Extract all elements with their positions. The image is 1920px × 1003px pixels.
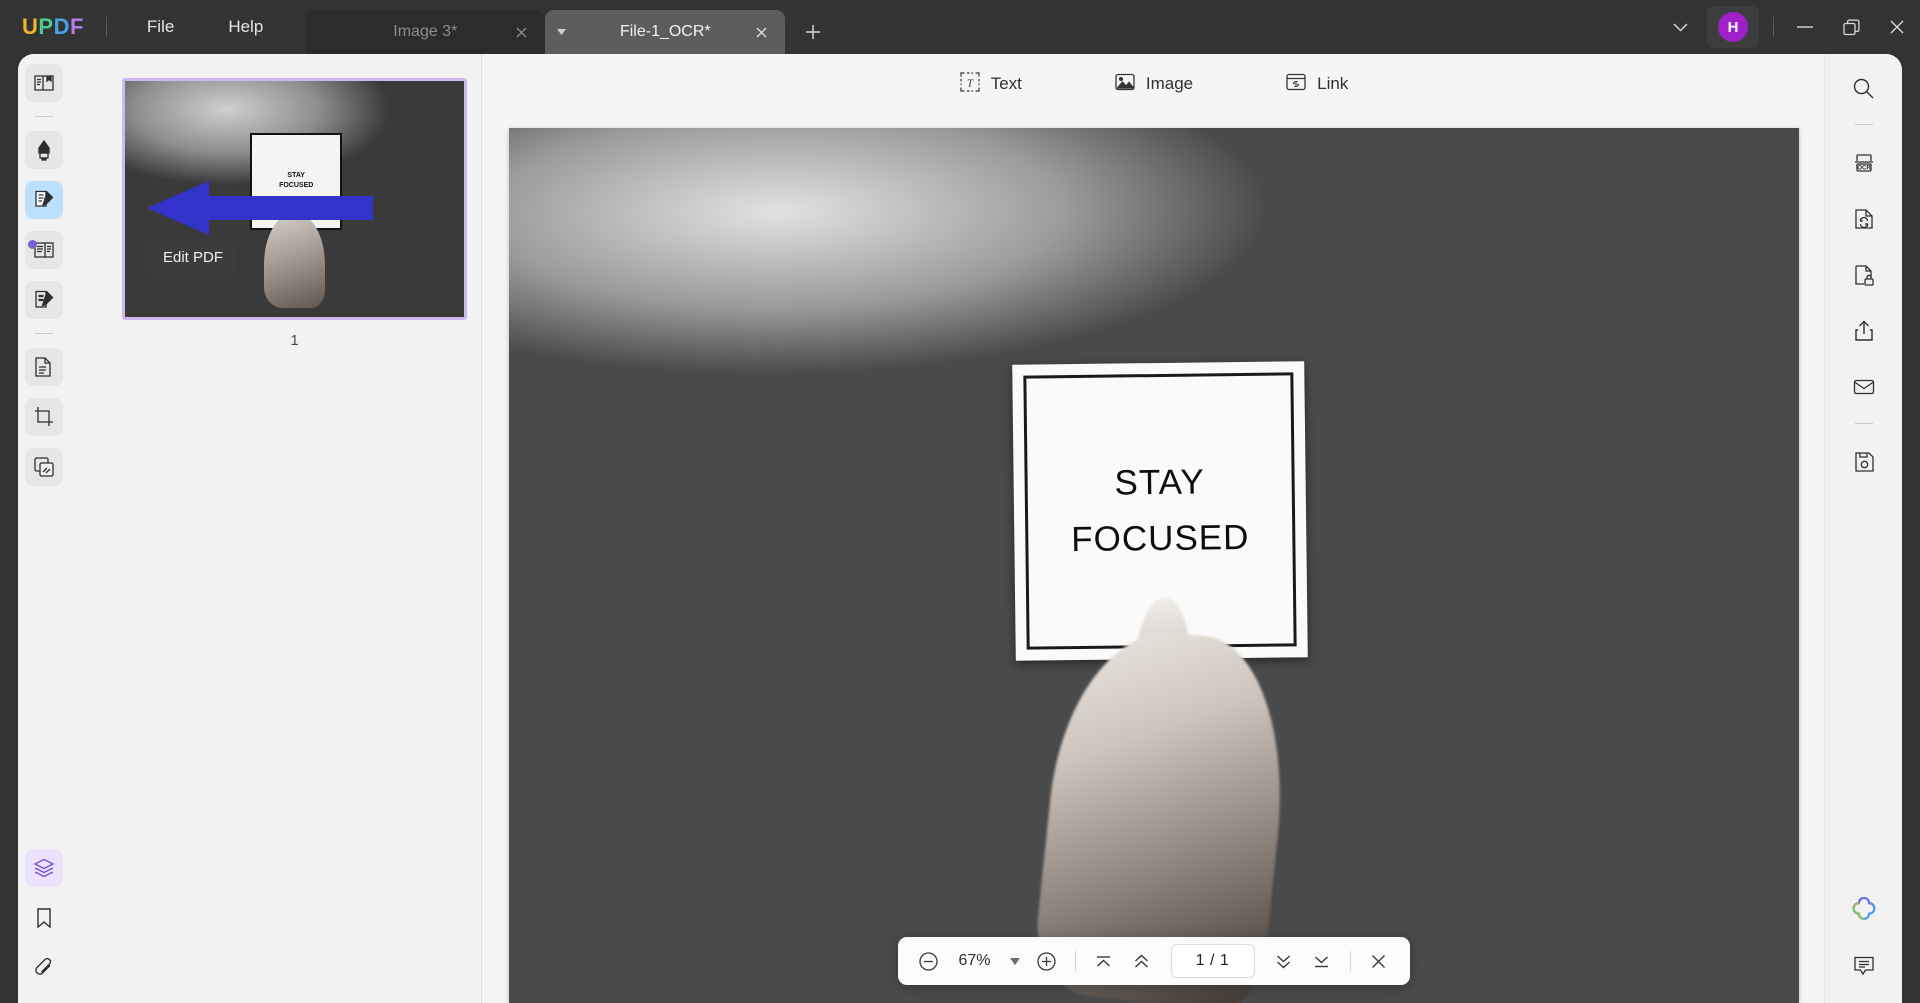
page-layout-tool-icon[interactable]	[25, 231, 63, 269]
zoombar-separator-1	[1074, 951, 1076, 971]
chevron-down-icon[interactable]	[1004, 946, 1026, 976]
rail-separator	[35, 116, 53, 117]
app-logo: UPDF	[22, 14, 84, 40]
pdf-page[interactable]: STAY FOCUSED	[508, 128, 1799, 1003]
text-box-icon: T	[959, 71, 981, 98]
form-edit-tool-icon[interactable]	[25, 281, 63, 319]
active-tool-indicator-dot	[28, 240, 37, 249]
close-icon[interactable]	[751, 22, 771, 42]
first-page-button[interactable]	[1087, 944, 1121, 978]
close-icon[interactable]	[511, 22, 531, 42]
minimize-icon[interactable]	[1782, 0, 1828, 54]
avatar-button[interactable]: H	[1707, 6, 1759, 48]
titlebar-divider	[105, 17, 107, 37]
batch-pages-tool-icon[interactable]	[25, 448, 63, 486]
tab-image-3[interactable]: Image 3*	[305, 10, 546, 54]
svg-text:OCR: OCR	[1857, 166, 1871, 172]
title-bar: UPDF File Help Image 3* File-1_OCR* H	[0, 0, 1920, 54]
add-text-button[interactable]: T Text	[945, 65, 1036, 104]
tab-label: File-1_OCR*	[619, 23, 711, 40]
window-divider	[1773, 17, 1774, 37]
logo-letter-u: U	[22, 14, 39, 39]
highlighter-pen-icon[interactable]	[25, 131, 63, 169]
thumbnail-hand	[263, 213, 325, 308]
restore-icon[interactable]	[1828, 0, 1874, 54]
lock-document-icon[interactable]	[1844, 255, 1884, 295]
left-tool-rail	[18, 54, 70, 1003]
chevron-down-icon[interactable]	[557, 27, 567, 37]
tab-label: Image 3*	[393, 23, 458, 40]
right-tool-rail: OCR	[1824, 54, 1902, 1003]
next-page-button[interactable]	[1267, 944, 1301, 978]
chevron-down-icon[interactable]	[1659, 7, 1701, 47]
envelope-icon[interactable]	[1844, 367, 1884, 407]
logo-letter-p: P	[38, 14, 54, 39]
tab-file-1-ocr[interactable]: File-1_OCR*	[545, 10, 786, 54]
link-icon	[1285, 71, 1307, 98]
previous-page-button[interactable]	[1125, 944, 1159, 978]
zoom-toolbar: 67% 1 / 1	[897, 937, 1410, 985]
svg-text:T: T	[967, 77, 974, 89]
logo-letter-d: D	[53, 14, 70, 39]
window-controls: H	[1659, 0, 1920, 54]
menu-file[interactable]: File	[129, 11, 192, 43]
logo-letter-f: F	[69, 14, 84, 39]
crop-tool-icon[interactable]	[25, 398, 63, 436]
zoom-out-button[interactable]	[912, 944, 946, 978]
convert-document-icon[interactable]	[1844, 199, 1884, 239]
reader-tool-icon[interactable]	[25, 64, 63, 102]
content-shell: STAY FOCUSED 1 Edit PDF T Text Image Lin…	[18, 54, 1902, 1003]
layers-tool-icon[interactable]	[25, 849, 63, 887]
tooltip-edit-pdf: Edit PDF	[149, 241, 238, 273]
comment-bubble-icon[interactable]	[1844, 945, 1884, 985]
edit-toolbar: T Text Image Link	[483, 54, 1824, 114]
app-body: STAY FOCUSED 1 Edit PDF T Text Image Lin…	[0, 54, 1920, 1003]
zoom-level-value[interactable]: 67%	[950, 952, 1000, 970]
page-thumbnail-1[interactable]: STAY FOCUSED	[122, 78, 467, 320]
right-rail-separator-1	[1854, 124, 1873, 125]
thumbnail-page-number: 1	[290, 332, 299, 349]
new-tab-button[interactable]	[795, 14, 831, 50]
thumbnail-sign-line2: FOCUSED	[279, 182, 314, 190]
zoombar-separator-2	[1349, 951, 1351, 971]
thumbnail-sign-line1: STAY	[287, 171, 305, 179]
add-link-label: Link	[1317, 74, 1349, 93]
organize-pages-tool-icon[interactable]	[25, 348, 63, 386]
tab-strip: Image 3* File-1_OCR*	[305, 0, 831, 54]
rail-separator-2	[35, 333, 53, 334]
zoom-in-button[interactable]	[1030, 944, 1064, 978]
edit-pdf-tool-icon[interactable]	[25, 181, 63, 219]
bookmark-tool-icon[interactable]	[25, 899, 63, 937]
ai-flower-icon[interactable]	[1844, 889, 1884, 929]
paperclip-tool-icon[interactable]	[25, 949, 63, 987]
document-viewer: T Text Image Link STAY FOCUSED 67% 1 / 1	[483, 54, 1824, 1003]
image-icon	[1114, 71, 1136, 98]
ocr-icon[interactable]: OCR	[1844, 143, 1884, 183]
add-image-button[interactable]: Image	[1100, 65, 1207, 104]
share-upload-icon[interactable]	[1844, 311, 1884, 351]
add-image-label: Image	[1145, 74, 1194, 93]
sign-text-line1: STAY	[1113, 462, 1205, 503]
thumbnail-panel: STAY FOCUSED 1 Edit PDF	[70, 54, 482, 1003]
right-rail-separator-2	[1854, 423, 1873, 424]
last-page-button[interactable]	[1305, 944, 1339, 978]
menu-help[interactable]: Help	[210, 11, 281, 43]
avatar: H	[1718, 12, 1748, 42]
add-link-button[interactable]: Link	[1271, 65, 1362, 104]
save-disk-icon[interactable]	[1844, 442, 1884, 482]
page-indicator[interactable]: 1 / 1	[1170, 944, 1255, 978]
sign-text-line2: FOCUSED	[1070, 517, 1250, 560]
add-text-label: Text	[990, 74, 1022, 93]
close-zoombar-button[interactable]	[1362, 944, 1396, 978]
close-icon[interactable]	[1874, 0, 1920, 54]
search-icon[interactable]	[1844, 68, 1884, 108]
